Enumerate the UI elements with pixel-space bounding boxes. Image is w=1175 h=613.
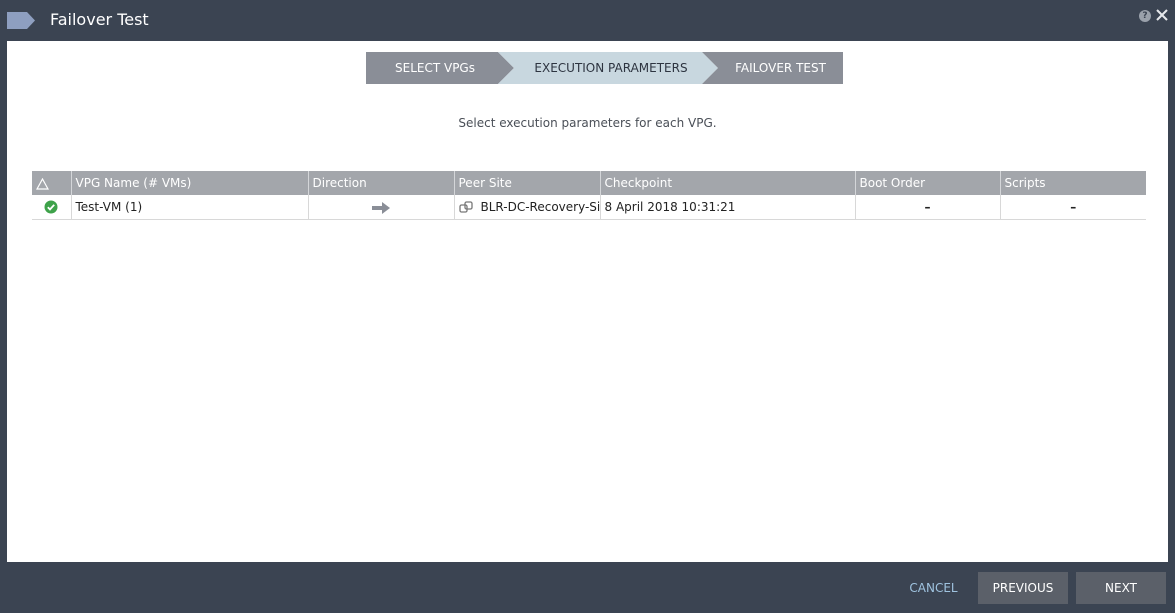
cancel-button[interactable]: CANCEL [896,572,971,604]
help-icon[interactable]: ? [1139,10,1151,22]
arrow-right-icon [372,201,390,214]
vpg-parameters-table: VPG Name (# VMs) Direction Peer Site Che… [32,171,1146,220]
wizard-step-select-vpgs[interactable]: SELECT VPGs [366,52,514,84]
title-bar: Failover Test ? [0,0,1175,41]
checkpoint-cell[interactable]: 8 April 2018 10:31:21 [600,195,856,220]
window-title: Failover Test [50,10,149,29]
boot-order-cell[interactable]: – [855,195,1001,220]
wizard-step-execution-parameters[interactable]: EXECUTION PARAMETERS [498,52,718,84]
warning-triangle-icon [36,177,49,190]
column-header-peer-site[interactable]: Peer Site [454,171,601,195]
previous-button[interactable]: PREVIOUS [978,572,1068,604]
wizard-step-label: FAILOVER TEST [735,61,826,75]
column-header-vpg-name[interactable]: VPG Name (# VMs) [71,171,309,195]
column-header-scripts[interactable]: Scripts [1000,171,1146,195]
check-circle-icon [44,200,58,214]
close-icon[interactable] [1155,8,1169,22]
dialog-content: SELECT VPGs EXECUTION PARAMETERS FAILOVE… [7,41,1168,562]
instruction-text: Select execution parameters for each VPG… [458,116,717,130]
status-cell [32,195,72,220]
site-link-icon [458,201,473,213]
app-logo-icon [7,12,35,29]
table-header-row: VPG Name (# VMs) Direction Peer Site Che… [32,171,1146,195]
wizard-step-failover-test[interactable]: FAILOVER TEST [702,52,843,84]
wizard-steps: SELECT VPGs EXECUTION PARAMETERS FAILOVE… [366,52,846,84]
vpg-name-cell: Test-VM (1) [71,195,309,220]
dialog-footer: CANCEL PREVIOUS NEXT [0,562,1175,613]
peer-site-cell: BLR-DC-Recovery-Site [454,195,601,220]
next-button[interactable]: NEXT [1076,572,1166,604]
column-header-boot-order[interactable]: Boot Order [855,171,1001,195]
direction-cell[interactable] [308,195,455,220]
peer-site-name: BLR-DC-Recovery-Site [480,199,600,214]
wizard-step-label: SELECT VPGs [395,61,475,75]
wizard-step-label: EXECUTION PARAMETERS [534,61,688,75]
column-header-status[interactable] [32,171,72,195]
scripts-cell[interactable]: – [1000,195,1146,220]
table-row[interactable]: Test-VM (1) BLR-DC-Recovery-Site 8 April… [32,195,1146,220]
column-header-checkpoint[interactable]: Checkpoint [600,171,856,195]
column-header-direction[interactable]: Direction [308,171,455,195]
